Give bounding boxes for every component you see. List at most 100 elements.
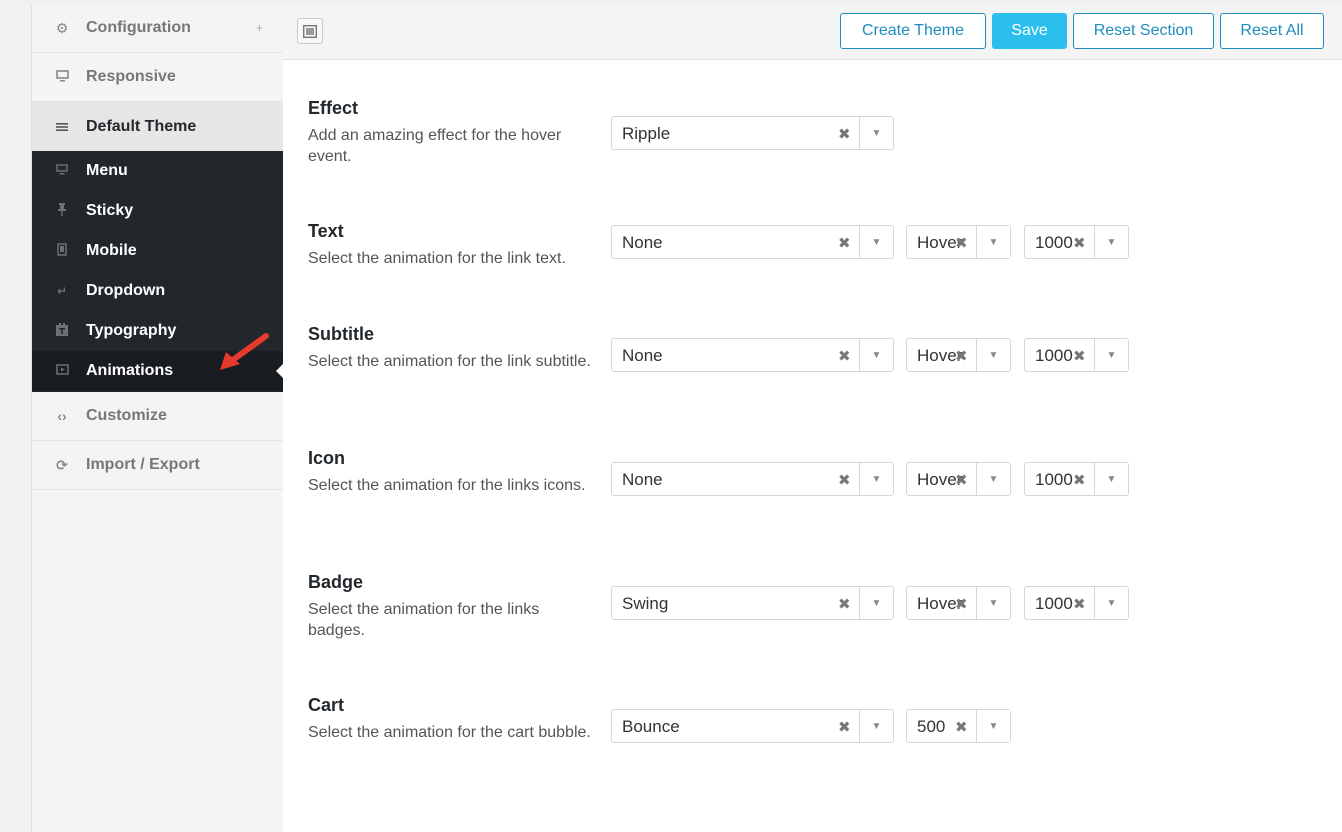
- monitor-icon: [54, 69, 70, 85]
- clear-icon[interactable]: ✖: [955, 347, 968, 365]
- chevron-down-icon[interactable]: ▼: [976, 710, 1010, 742]
- field-description: Select the animation for the cart bubble…: [308, 724, 591, 741]
- subtitle-duration-select[interactable]: 1000 ✖ ▼: [1024, 338, 1129, 372]
- sidebar-item-default-theme[interactable]: Default Theme: [32, 102, 283, 151]
- sidebar-item-label: Responsive: [86, 68, 176, 85]
- sidebar-item-customize[interactable]: ‹› Customize: [32, 392, 283, 441]
- submenu-item-mobile[interactable]: Mobile: [32, 231, 283, 271]
- submenu-item-label: Dropdown: [86, 282, 166, 299]
- field-title: Cart: [308, 695, 345, 715]
- tablet-icon: [54, 243, 70, 259]
- chevron-down-icon[interactable]: ▼: [1094, 226, 1128, 258]
- text-trigger-select[interactable]: Hover ✖ ▼: [906, 225, 1011, 259]
- submenu-item-label: Mobile: [86, 242, 137, 259]
- monitor-icon: [54, 164, 70, 178]
- chevron-down-icon[interactable]: ▼: [1094, 463, 1128, 495]
- clear-icon[interactable]: ✖: [955, 718, 968, 736]
- chevron-down-icon[interactable]: ▼: [859, 710, 893, 742]
- options-panel: Create Theme Save Reset Section Reset Al…: [283, 4, 1342, 832]
- select-value: 500: [917, 717, 946, 736]
- chevron-down-icon[interactable]: ▼: [859, 587, 893, 619]
- sidebar-item-configuration[interactable]: ⚙ Configuration +: [32, 4, 283, 53]
- clear-icon[interactable]: ✖: [838, 234, 851, 252]
- save-button[interactable]: Save: [992, 13, 1067, 49]
- chevron-down-icon[interactable]: ▼: [976, 339, 1010, 371]
- clear-icon[interactable]: ✖: [955, 234, 968, 252]
- icon-trigger-select[interactable]: Hover ✖ ▼: [906, 462, 1011, 496]
- subtitle-animation-select[interactable]: None ✖ ▼: [611, 338, 894, 372]
- text-duration-select[interactable]: 1000 ✖ ▼: [1024, 225, 1129, 259]
- submenu-item-label: Typography: [86, 322, 177, 339]
- subtitle-trigger-select[interactable]: Hover ✖ ▼: [906, 338, 1011, 372]
- select-value: Ripple: [622, 124, 671, 143]
- clear-icon[interactable]: ✖: [838, 471, 851, 489]
- clear-icon[interactable]: ✖: [1073, 347, 1086, 365]
- submenu-item-label: Sticky: [86, 202, 134, 219]
- sidebar-item-import-export[interactable]: ⟳ Import / Export: [32, 441, 283, 490]
- icon-animation-select[interactable]: None ✖ ▼: [611, 462, 894, 496]
- expand-plus-icon[interactable]: +: [256, 21, 263, 35]
- icon-duration-select[interactable]: 1000 ✖ ▼: [1024, 462, 1129, 496]
- field-description: Select the animation for the link subtit…: [308, 353, 591, 370]
- sidebar-item-responsive[interactable]: Responsive: [32, 53, 283, 102]
- cart-animation-select[interactable]: Bounce ✖ ▼: [611, 709, 894, 743]
- menu-lines-icon: [54, 119, 70, 135]
- cart-duration-select[interactable]: 500 ✖ ▼: [906, 709, 1011, 743]
- chevron-down-icon[interactable]: ▼: [859, 226, 893, 258]
- chevron-down-icon[interactable]: ▼: [976, 226, 1010, 258]
- sidebar: ⚙ Configuration + Responsive Default The…: [31, 4, 284, 832]
- typography-icon: [54, 323, 70, 339]
- field-title: Subtitle: [308, 324, 374, 344]
- sidebar-item-label: Import / Export: [86, 456, 200, 473]
- select-value: Swing: [622, 594, 669, 613]
- clear-icon[interactable]: ✖: [838, 347, 851, 365]
- clear-icon[interactable]: ✖: [1073, 234, 1086, 252]
- select-value: Bounce: [622, 717, 680, 736]
- chevron-down-icon[interactable]: ▼: [976, 463, 1010, 495]
- expand-panel-button[interactable]: [297, 18, 323, 44]
- chevron-down-icon[interactable]: ▼: [1094, 587, 1128, 619]
- field-title: Icon: [308, 448, 346, 468]
- select-value: 1000: [1035, 233, 1073, 252]
- toolbar: Create Theme Save Reset Section Reset Al…: [283, 4, 1342, 60]
- field-title: Text: [308, 221, 344, 241]
- submenu-item-dropdown[interactable]: ↵ Dropdown: [32, 271, 283, 311]
- clear-icon[interactable]: ✖: [955, 595, 968, 613]
- clear-icon[interactable]: ✖: [1073, 471, 1086, 489]
- badge-animation-select[interactable]: Swing ✖ ▼: [611, 586, 894, 620]
- select-value: 1000: [1035, 470, 1073, 489]
- select-value: None: [622, 233, 663, 252]
- submenu-item-menu[interactable]: Menu: [32, 151, 283, 191]
- clear-icon[interactable]: ✖: [838, 125, 851, 143]
- chevron-down-icon[interactable]: ▼: [976, 587, 1010, 619]
- submenu-item-label: Menu: [86, 162, 128, 179]
- field-description: Add an amazing effect for the hover even…: [308, 127, 562, 165]
- badge-trigger-select[interactable]: Hover ✖ ▼: [906, 586, 1011, 620]
- sidebar-item-label: Configuration: [86, 19, 191, 36]
- field-title: Badge: [308, 572, 364, 592]
- select-value: None: [622, 470, 663, 489]
- effect-select[interactable]: Ripple ✖ ▼: [611, 116, 894, 150]
- pin-icon: [54, 203, 70, 219]
- chevron-down-icon[interactable]: ▼: [859, 463, 893, 495]
- select-value: None: [622, 346, 663, 365]
- code-icon: ‹›: [57, 408, 67, 424]
- clear-icon[interactable]: ✖: [955, 471, 968, 489]
- chevron-down-icon[interactable]: ▼: [859, 117, 893, 149]
- chevron-down-icon[interactable]: ▼: [1094, 339, 1128, 371]
- clear-icon[interactable]: ✖: [838, 595, 851, 613]
- clear-icon[interactable]: ✖: [838, 718, 851, 736]
- clear-icon[interactable]: ✖: [1073, 595, 1086, 613]
- field-description: Select the animation for the links badge…: [308, 601, 540, 639]
- reset-section-button[interactable]: Reset Section: [1073, 13, 1214, 49]
- create-theme-button[interactable]: Create Theme: [840, 13, 986, 49]
- video-icon: [54, 364, 70, 378]
- sidebar-item-label: Default Theme: [86, 117, 197, 135]
- reset-all-button[interactable]: Reset All: [1220, 13, 1324, 49]
- select-value: 1000: [1035, 594, 1073, 613]
- text-animation-select[interactable]: None ✖ ▼: [611, 225, 894, 259]
- gear-icon: ⚙: [55, 19, 69, 36]
- submenu-item-sticky[interactable]: Sticky: [32, 191, 283, 231]
- badge-duration-select[interactable]: 1000 ✖ ▼: [1024, 586, 1129, 620]
- chevron-down-icon[interactable]: ▼: [859, 339, 893, 371]
